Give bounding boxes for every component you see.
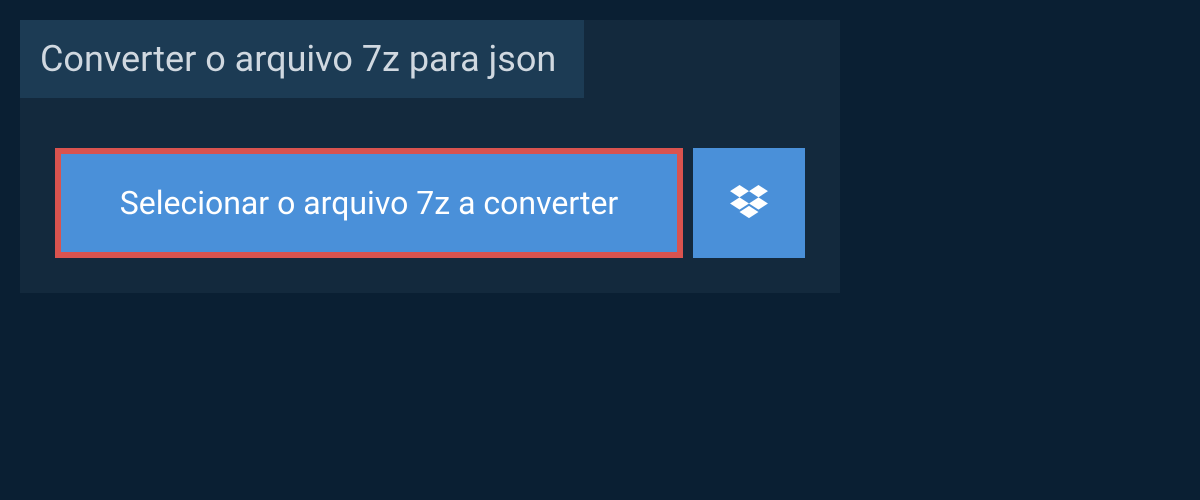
dropbox-button[interactable]: [693, 148, 805, 258]
dropbox-icon: [730, 185, 768, 221]
select-file-button[interactable]: Selecionar o arquivo 7z a converter: [55, 148, 683, 258]
title-bar: Converter o arquivo 7z para json: [20, 20, 584, 98]
button-row: Selecionar o arquivo 7z a converter: [20, 98, 840, 258]
page-title: Converter o arquivo 7z para json: [40, 38, 556, 80]
select-file-label: Selecionar o arquivo 7z a converter: [120, 184, 619, 222]
converter-panel: Converter o arquivo 7z para json Selecio…: [20, 20, 840, 293]
